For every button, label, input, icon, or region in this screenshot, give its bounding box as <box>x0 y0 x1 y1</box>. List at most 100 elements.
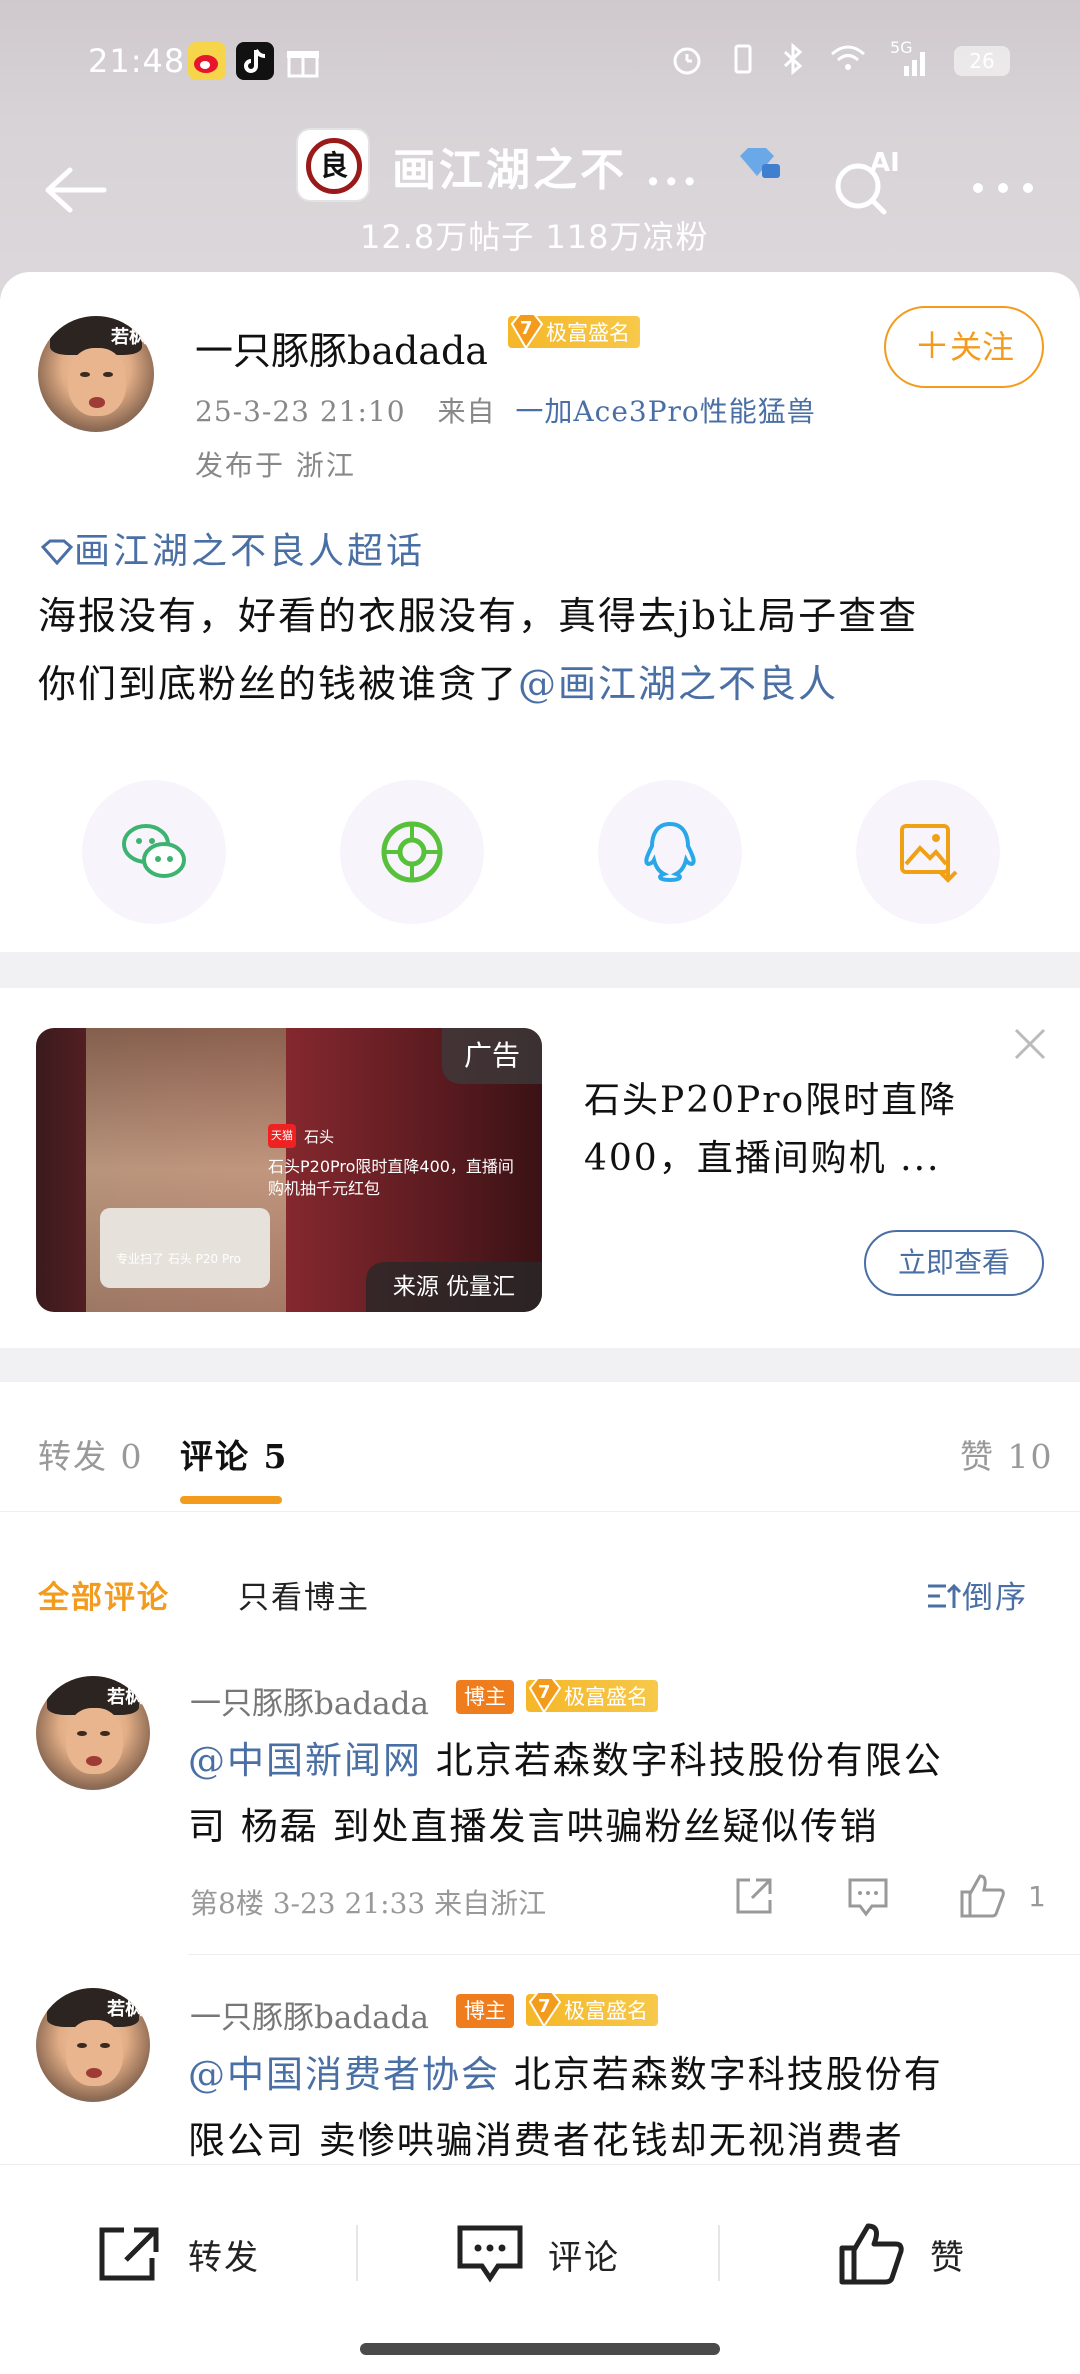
ai-search-button[interactable]: AI <box>830 148 900 222</box>
share-qq-button[interactable] <box>598 780 742 924</box>
reply-icon <box>848 1878 888 1917</box>
filter-all-comments[interactable]: 全部评论 <box>38 1572 170 1617</box>
gift-icon <box>284 42 322 80</box>
more-dots-icon <box>973 183 1033 193</box>
alarm-icon <box>668 40 706 82</box>
sort-label: 倒序 <box>962 1580 1028 1616</box>
comment-share-button[interactable] <box>730 1872 778 1924</box>
bar-separator <box>718 2225 720 2281</box>
ad-image-promo: 石头P20Pro限时直降400，直播间购机抽千元红包 <box>268 1157 514 1198</box>
bar-separator <box>356 2225 358 2281</box>
qq-icon <box>644 821 696 883</box>
comment-text-line1: 北京若森数字科技股份有 <box>500 2053 943 2096</box>
ad-source: 来源 优量汇 <box>366 1262 542 1312</box>
topic-title[interactable]: 画江湖之不 ... <box>392 134 700 198</box>
comment-like-count: 1 <box>1028 1880 1046 1913</box>
back-button[interactable] <box>40 160 110 220</box>
sort-button[interactable]: 倒序 <box>926 1572 1028 1617</box>
avatar-tag: 若枫 <box>111 326 148 348</box>
repost-label: 转发 <box>188 2237 260 2278</box>
thumbs-up-icon <box>960 1874 1005 1918</box>
topic-header: 良 画江湖之不 ... 12.8万帖子 118万凉粉 AI <box>0 120 1080 260</box>
super-topic-diamond-icon <box>736 146 782 182</box>
close-icon <box>1014 1028 1046 1060</box>
avatar-tag: 若枫 <box>107 1998 144 2020</box>
fame-label: 极富盛名 <box>546 321 630 345</box>
vibrate-icon <box>728 40 758 82</box>
fame-label: 极富盛名 <box>564 1685 648 1709</box>
comment-mention[interactable]: @中国新闻网 <box>188 1739 422 1782</box>
repost-icon <box>99 2227 159 2281</box>
comment-label: 评论 <box>548 2237 620 2278</box>
comment-text-line1: 北京若森数字科技股份有限公 <box>422 1739 943 1782</box>
share-wechat-button[interactable] <box>82 780 226 924</box>
ad-cta-button[interactable]: 立即查看 <box>864 1230 1044 1296</box>
level-number: 7 <box>520 318 533 339</box>
avatar-tag: 若枫 <box>107 1686 144 1708</box>
post-source[interactable]: 一加Ace3Pro性能猛兽 <box>515 395 815 428</box>
ad-image-brand: 石头 <box>304 1128 335 1146</box>
author-badge: 博主 <box>456 1680 514 1714</box>
author-name[interactable]: 一只豚豚badada <box>195 320 488 375</box>
comment-mention[interactable]: @中国消费者协会 <box>188 2053 500 2096</box>
repost-button[interactable]: 转发 <box>96 2219 260 2289</box>
share-row <box>0 780 1080 930</box>
ad-image-caption: 专业扫了 石头 P20 Pro <box>116 1252 241 1266</box>
plus-icon: ＋ <box>913 326 950 367</box>
bottom-action-bar: 转发 评论 赞 <box>0 2164 1080 2374</box>
super-topic-link[interactable]: 画江湖之不良人超话 <box>40 522 425 574</box>
comment-reply-button[interactable] <box>844 1872 892 1924</box>
status-bar: 21:48 5G 26 <box>0 30 1080 90</box>
comment-text-line2: 司 杨磊 到处直播发言哄骗粉丝疑似传销 <box>188 1805 879 1848</box>
like-button[interactable]: 赞 <box>838 2219 966 2289</box>
comment-avatar[interactable]: 若枫 <box>36 1988 150 2102</box>
topic-logo-mark: 良 <box>306 138 362 194</box>
post-meta: 25-3-23 21:10 来自 一加Ace3Pro性能猛兽 <box>195 390 816 430</box>
author-badge: 博主 <box>456 1994 514 2028</box>
comment-author[interactable]: 一只豚豚badada <box>190 1992 429 2037</box>
tab-likes[interactable]: 赞 10 <box>960 1430 1053 1478</box>
fame-badge: 7 极富盛名 <box>526 1677 658 1714</box>
post-date: 25-3-23 21:10 <box>195 395 406 428</box>
tiktok-app-icon <box>236 42 274 80</box>
comment-avatar[interactable]: 若枫 <box>36 1676 150 1790</box>
topic-diamond-icon <box>40 539 74 566</box>
ad-title[interactable]: 石头P20Pro限时直降400，直播间购机 ... <box>584 1072 1024 1188</box>
topic-stats: 12.8万帖子 118万凉粉 <box>360 218 709 256</box>
follow-label: 关注 <box>950 328 1015 366</box>
more-options-button[interactable] <box>968 162 1038 202</box>
save-image-button[interactable] <box>856 780 1000 924</box>
signal-icon: 5G <box>890 38 932 80</box>
comment-divider <box>188 1954 1080 1955</box>
ad-image-badge: 天猫 <box>268 1124 296 1148</box>
save-image-icon <box>900 824 958 883</box>
detail-tabs: 转发 0 评论 5 赞 10 <box>0 1382 1080 1512</box>
author-avatar[interactable]: 若枫 <box>38 316 154 432</box>
ad-image[interactable]: 天猫 石头 石头P20Pro限时直降400，直播间购机抽千元红包 专业扫了 石头… <box>36 1028 542 1312</box>
tab-repost[interactable]: 转发 0 <box>38 1430 144 1478</box>
comment-button[interactable]: 评论 <box>456 2219 620 2289</box>
level-number: 7 <box>538 1682 551 1703</box>
follow-button[interactable]: ＋关注 <box>884 306 1044 388</box>
filter-author-only[interactable]: 只看博主 <box>238 1572 370 1617</box>
post-text-line1: 海报没有，好看的衣服没有，真得去jb让局子查查 <box>38 594 919 638</box>
fame-label: 极富盛名 <box>564 1999 648 2023</box>
post-mention[interactable]: @画江湖之不良人 <box>518 662 838 706</box>
comment-text: @中国新闻网 北京若森数字科技股份有限公 司 杨磊 到处直播发言哄骗粉丝疑似传销 <box>188 1728 1048 1860</box>
from-label: 来自 <box>437 395 496 428</box>
ad-close-button[interactable] <box>1010 1024 1050 1064</box>
active-tab-indicator <box>180 1496 282 1504</box>
topic-link-label: 画江湖之不良人超话 <box>74 531 426 572</box>
topic-logo[interactable]: 良 <box>296 128 370 202</box>
sort-icon <box>928 1583 962 1608</box>
ad-card[interactable]: 天猫 石头 石头P20Pro限时直降400，直播间购机抽千元红包 专业扫了 石头… <box>0 988 1080 1348</box>
share-moments-button[interactable] <box>340 780 484 924</box>
comment-author[interactable]: 一只豚豚badada <box>190 1678 429 1723</box>
home-indicator[interactable] <box>360 2343 720 2355</box>
comment-icon <box>457 2225 523 2283</box>
tab-comments[interactable]: 评论 5 <box>180 1430 288 1478</box>
moments-icon <box>381 821 443 883</box>
fame-badge: 7 极富盛名 <box>526 1991 658 2028</box>
post-card: 若枫 一只豚豚badada 7 极富盛名 25-3-23 21:10 来自 一加… <box>0 272 1080 952</box>
comment-like-button[interactable]: 1 <box>956 1870 1046 1926</box>
